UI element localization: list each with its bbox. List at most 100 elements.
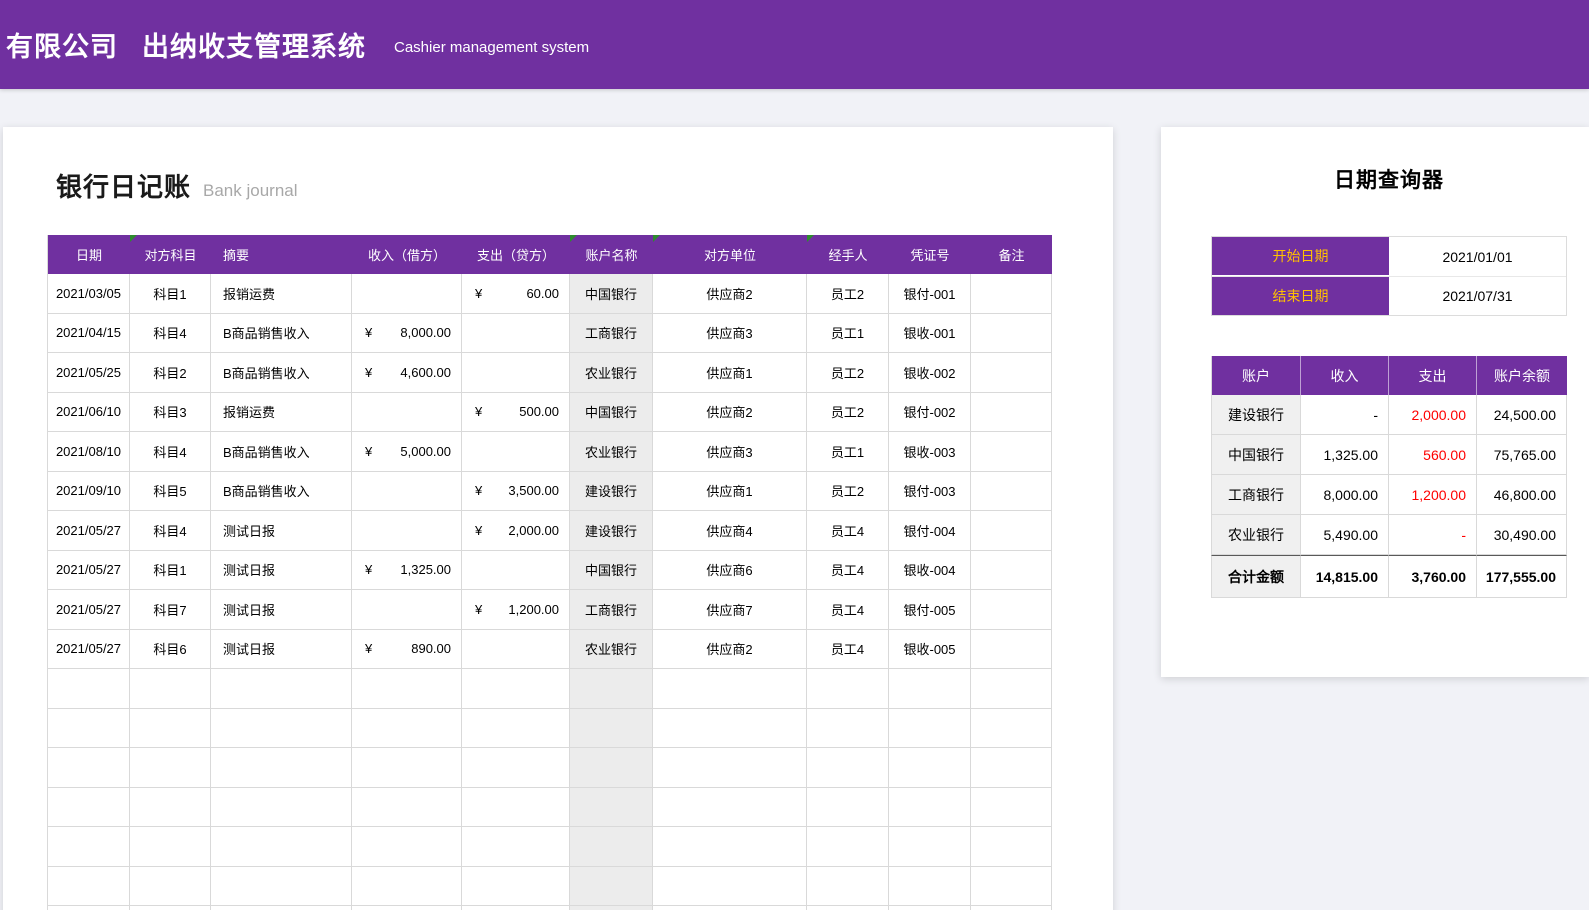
journal-cell-counterparty[interactable]: 供应商7: [653, 590, 807, 630]
journal-cell-counterparty[interactable]: 供应商3: [653, 313, 807, 353]
journal-cell-expense[interactable]: ¥60.00: [462, 274, 570, 314]
journal-empty-cell[interactable]: [889, 827, 971, 867]
journal-cell-account[interactable]: 工商银行: [570, 590, 653, 630]
journal-cell-subject[interactable]: 科目7: [130, 590, 211, 630]
journal-cell-date[interactable]: 2021/05/27: [47, 590, 130, 630]
journal-cell-expense[interactable]: ¥1,200.00: [462, 590, 570, 630]
journal-empty-cell[interactable]: [462, 787, 570, 827]
journal-empty-cell[interactable]: [352, 787, 462, 827]
journal-cell-income[interactable]: ¥890.00: [352, 629, 462, 669]
journal-empty-cell[interactable]: [47, 906, 130, 910]
journal-cell-voucher[interactable]: 银付-004: [889, 511, 971, 551]
journal-empty-cell[interactable]: [462, 866, 570, 906]
journal-empty-cell[interactable]: [653, 827, 807, 867]
journal-empty-cell[interactable]: [807, 787, 889, 827]
journal-cell-handler[interactable]: 员工4: [807, 511, 889, 551]
journal-empty-cell[interactable]: [47, 827, 130, 867]
journal-cell-handler[interactable]: 员工4: [807, 550, 889, 590]
journal-cell-voucher[interactable]: 银收-004: [889, 550, 971, 590]
journal-cell-counterparty[interactable]: 供应商2: [653, 392, 807, 432]
journal-empty-cell[interactable]: [462, 906, 570, 910]
journal-cell-note[interactable]: [971, 313, 1052, 353]
journal-empty-cell[interactable]: [570, 708, 653, 748]
journal-empty-cell[interactable]: [889, 708, 971, 748]
journal-empty-cell[interactable]: [570, 748, 653, 788]
journal-cell-counterparty[interactable]: 供应商1: [653, 471, 807, 511]
journal-empty-cell[interactable]: [352, 906, 462, 910]
journal-cell-subject[interactable]: 科目5: [130, 471, 211, 511]
journal-cell-note[interactable]: [971, 590, 1052, 630]
journal-empty-cell[interactable]: [47, 748, 130, 788]
journal-cell-date[interactable]: 2021/08/10: [47, 432, 130, 472]
journal-cell-note[interactable]: [971, 511, 1052, 551]
journal-cell-summary[interactable]: 测试日报: [211, 629, 352, 669]
journal-empty-cell[interactable]: [889, 866, 971, 906]
journal-empty-cell[interactable]: [653, 787, 807, 827]
journal-cell-date[interactable]: 2021/05/27: [47, 629, 130, 669]
journal-cell-expense[interactable]: ¥2,000.00: [462, 511, 570, 551]
journal-empty-cell[interactable]: [352, 708, 462, 748]
journal-empty-cell[interactable]: [971, 787, 1052, 827]
journal-cell-account[interactable]: 中国银行: [570, 274, 653, 314]
journal-empty-cell[interactable]: [352, 827, 462, 867]
journal-empty-cell[interactable]: [130, 906, 211, 910]
journal-empty-cell[interactable]: [653, 748, 807, 788]
journal-cell-income[interactable]: ¥8,000.00: [352, 313, 462, 353]
journal-empty-cell[interactable]: [462, 748, 570, 788]
journal-cell-account[interactable]: 农业银行: [570, 629, 653, 669]
journal-cell-account[interactable]: 中国银行: [570, 392, 653, 432]
journal-empty-cell[interactable]: [47, 866, 130, 906]
journal-empty-cell[interactable]: [971, 708, 1052, 748]
journal-empty-cell[interactable]: [807, 748, 889, 788]
journal-cell-handler[interactable]: 员工2: [807, 392, 889, 432]
journal-cell-voucher[interactable]: 银收-003: [889, 432, 971, 472]
journal-empty-cell[interactable]: [971, 827, 1052, 867]
journal-cell-voucher[interactable]: 银付-001: [889, 274, 971, 314]
journal-cell-voucher[interactable]: 银付-003: [889, 471, 971, 511]
journal-empty-cell[interactable]: [807, 906, 889, 910]
journal-cell-counterparty[interactable]: 供应商1: [653, 353, 807, 393]
journal-cell-note[interactable]: [971, 471, 1052, 511]
journal-cell-counterparty[interactable]: 供应商3: [653, 432, 807, 472]
journal-empty-cell[interactable]: [889, 748, 971, 788]
journal-cell-note[interactable]: [971, 629, 1052, 669]
journal-cell-counterparty[interactable]: 供应商4: [653, 511, 807, 551]
journal-empty-cell[interactable]: [130, 827, 211, 867]
journal-empty-cell[interactable]: [653, 669, 807, 709]
journal-cell-summary[interactable]: B商品销售收入: [211, 313, 352, 353]
journal-cell-date[interactable]: 2021/09/10: [47, 471, 130, 511]
journal-empty-cell[interactable]: [570, 669, 653, 709]
journal-cell-account[interactable]: 建设银行: [570, 471, 653, 511]
journal-empty-cell[interactable]: [570, 827, 653, 867]
journal-empty-cell[interactable]: [130, 708, 211, 748]
journal-cell-voucher[interactable]: 银收-002: [889, 353, 971, 393]
journal-cell-income[interactable]: [352, 590, 462, 630]
journal-empty-cell[interactable]: [889, 787, 971, 827]
journal-cell-handler[interactable]: 员工1: [807, 432, 889, 472]
journal-cell-expense[interactable]: [462, 353, 570, 393]
journal-empty-cell[interactable]: [130, 787, 211, 827]
journal-cell-account[interactable]: 农业银行: [570, 353, 653, 393]
journal-empty-cell[interactable]: [211, 906, 352, 910]
journal-empty-cell[interactable]: [889, 906, 971, 910]
journal-empty-cell[interactable]: [653, 708, 807, 748]
journal-empty-cell[interactable]: [971, 866, 1052, 906]
journal-empty-cell[interactable]: [807, 827, 889, 867]
journal-empty-cell[interactable]: [807, 669, 889, 709]
journal-empty-cell[interactable]: [211, 708, 352, 748]
journal-cell-note[interactable]: [971, 353, 1052, 393]
journal-cell-summary[interactable]: B商品销售收入: [211, 432, 352, 472]
journal-cell-summary[interactable]: 报销运费: [211, 392, 352, 432]
journal-cell-subject[interactable]: 科目3: [130, 392, 211, 432]
journal-cell-handler[interactable]: 员工2: [807, 353, 889, 393]
journal-cell-expense[interactable]: [462, 432, 570, 472]
journal-cell-account[interactable]: 农业银行: [570, 432, 653, 472]
journal-cell-handler[interactable]: 员工2: [807, 471, 889, 511]
start-date-value[interactable]: 2021/01/01: [1389, 237, 1566, 276]
journal-cell-handler[interactable]: 员工2: [807, 274, 889, 314]
journal-cell-note[interactable]: [971, 432, 1052, 472]
journal-empty-cell[interactable]: [352, 669, 462, 709]
journal-empty-cell[interactable]: [130, 748, 211, 788]
journal-cell-summary[interactable]: 测试日报: [211, 511, 352, 551]
journal-cell-expense[interactable]: ¥500.00: [462, 392, 570, 432]
